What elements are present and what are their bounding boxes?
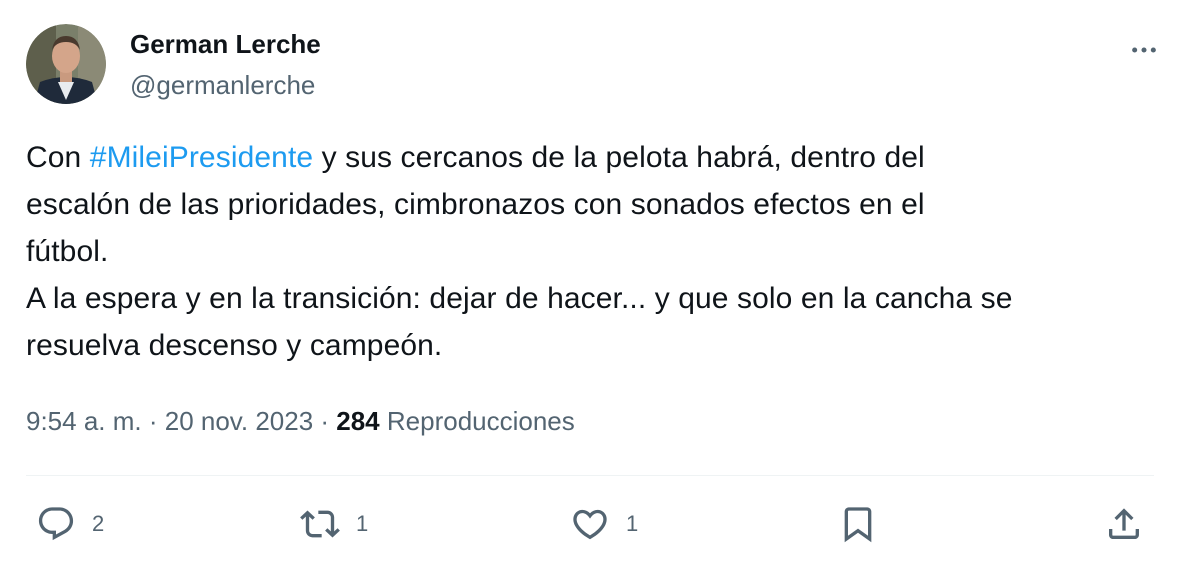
user-block: German Lerche @germanlerche: [130, 28, 321, 102]
meta-separator-2: ·: [313, 406, 337, 436]
more-icon: [1132, 47, 1156, 53]
bookmark-button[interactable]: [838, 496, 878, 552]
meta-separator: ·: [141, 406, 165, 436]
reply-count: 2: [92, 511, 105, 536]
tweet-card: German Lerche @germanlerche Con #MileiPr…: [0, 0, 1200, 566]
reply-icon: [38, 507, 74, 541]
tweet-text: Con #MileiPresidente y sus cercanos de l…: [26, 134, 1166, 369]
tweet-time[interactable]: 9:54 a. m.: [26, 406, 142, 436]
tweet-date[interactable]: 20 nov. 2023: [165, 406, 313, 436]
reply-button[interactable]: 2: [36, 496, 104, 552]
avatar[interactable]: [26, 24, 106, 104]
display-name[interactable]: German Lerche: [130, 28, 321, 60]
like-button[interactable]: 1: [570, 496, 638, 552]
share-icon: [1109, 508, 1139, 539]
action-bar: 2 1 1: [26, 496, 1154, 552]
like-icon: [573, 509, 607, 540]
repost-count: 1: [356, 511, 369, 536]
bookmark-icon: [844, 507, 872, 543]
more-button[interactable]: [1124, 30, 1164, 70]
tweet-text-line4: A la espera y en la transición: dejar de…: [26, 282, 1013, 315]
tweet-text-line3: fútbol.: [26, 235, 109, 268]
divider: [26, 475, 1154, 476]
hashtag-link[interactable]: #MileiPresidente: [90, 141, 313, 174]
avatar-image: [26, 24, 106, 104]
like-count: 1: [626, 511, 639, 536]
tweet-meta: 9:54 a. m. · 20 nov. 2023 · 284 Reproduc…: [26, 404, 575, 438]
tweet-text-prefix: Con: [26, 141, 90, 174]
tweet-text-line2: escalón de las prioridades, cimbronazos …: [26, 188, 925, 221]
tweet-text-line: Con #MileiPresidente y sus cercanos de l…: [26, 134, 1166, 181]
repost-icon: [300, 510, 340, 538]
views-label: Reproducciones: [379, 406, 575, 436]
views-count: 284: [336, 406, 380, 436]
repost-button[interactable]: 1: [300, 496, 368, 552]
tweet-text-line5: resuelva descenso y campeón.: [26, 329, 443, 362]
share-button[interactable]: [1104, 496, 1144, 552]
tweet-text-line1: y sus cercanos de la pelota habrá, dentr…: [313, 141, 925, 174]
tweet-header: German Lerche @germanlerche: [26, 24, 1176, 108]
user-handle[interactable]: @germanlerche: [130, 68, 321, 102]
